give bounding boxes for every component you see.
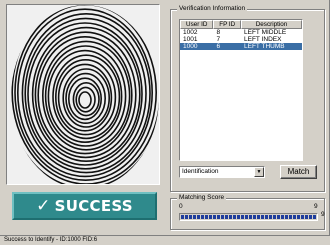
table-header: User ID FP ID Description [180, 20, 302, 29]
table-cell-user-id: 1000 [183, 43, 198, 50]
column-header-fp-id[interactable]: FP ID [213, 20, 242, 29]
success-banner: ✓ SUCCESS [12, 192, 157, 220]
verification-information-group: Verification Information User ID FP ID D… [170, 4, 325, 192]
fingerprint-image [6, 4, 160, 185]
matching-score-bar [179, 213, 318, 221]
table-row[interactable]: 1002 8 LEFT MIDDLE [180, 29, 302, 36]
score-max-label: 9 [314, 203, 318, 210]
column-header-description[interactable]: Description [241, 20, 302, 29]
table-row[interactable]: 1000 6 LEFT THUMB [180, 43, 302, 50]
table-cell-fp-id: 6 [216, 43, 221, 50]
matching-score-group: Matching Score 0 9 9 [170, 193, 325, 230]
match-button[interactable]: Match [280, 165, 317, 179]
table-cell-description: LEFT THUMB [244, 43, 285, 50]
matching-score-fill [181, 215, 316, 219]
fingerprint-drawing [7, 5, 159, 184]
column-header-user-id[interactable]: User ID [180, 20, 214, 29]
mode-select[interactable]: Identification ▼ [179, 166, 265, 178]
table-body: 1002 8 LEFT MIDDLE 1001 7 LEFT INDEX 1000 6 LEFT… [180, 29, 302, 50]
matching-score-title: Matching Score [177, 193, 227, 202]
verification-group-title: Verification Information [177, 4, 248, 13]
table-cell-fp-id: 7 [216, 36, 221, 43]
table-cell-description: LEFT INDEX [244, 36, 282, 43]
table-cell-user-id: 1002 [183, 29, 198, 36]
success-text: SUCCESS [54, 197, 133, 215]
fingerprint-identify-window: ✓ SUCCESS Verification Information User … [0, 0, 330, 245]
status-bar: Success to Identify - ID:1000 FID:6 [0, 235, 330, 245]
score-min-label: 0 [179, 203, 183, 210]
mode-select-value: Identification [182, 168, 219, 175]
score-value-label: 9 [321, 211, 325, 218]
table-cell-description: LEFT MIDDLE [244, 29, 287, 36]
verification-table[interactable]: User ID FP ID Description 1002 8 LEFT MIDD… [179, 19, 303, 161]
table-cell-fp-id: 8 [216, 29, 221, 36]
chevron-down-icon[interactable]: ▼ [254, 167, 264, 177]
table-cell-user-id: 1001 [183, 36, 198, 43]
table-row[interactable]: 1001 7 LEFT INDEX [180, 36, 302, 43]
check-icon: ✓ [36, 196, 51, 216]
